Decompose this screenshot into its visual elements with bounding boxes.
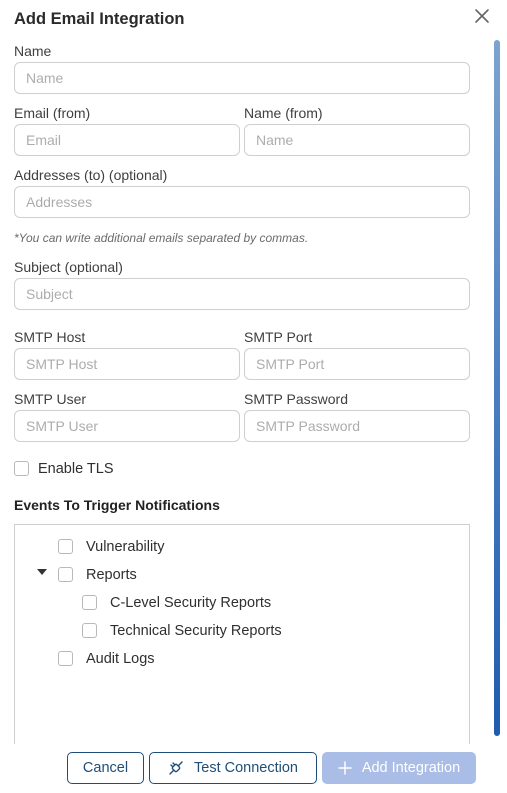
c-level-reports-checkbox[interactable] <box>82 595 97 610</box>
smtp-password-input[interactable] <box>244 410 470 442</box>
add-integration-button[interactable]: Add Integration <box>322 752 476 784</box>
test-connection-button[interactable]: Test Connection <box>149 752 317 784</box>
enable-tls-label[interactable]: Enable TLS <box>38 461 114 477</box>
scrollbar[interactable] <box>494 40 500 736</box>
cancel-label: Cancel <box>82 760 129 776</box>
subject-input[interactable] <box>14 278 470 310</box>
name-label: Name <box>14 43 52 59</box>
email-from-label: Email (from) <box>14 105 91 121</box>
smtp-port-label: SMTP Port <box>244 329 313 345</box>
smtp-user-label: SMTP User <box>14 391 87 407</box>
cancel-button[interactable]: Cancel <box>67 752 144 784</box>
technical-reports-checkbox[interactable] <box>82 623 97 638</box>
smtp-user-input[interactable] <box>14 410 240 442</box>
addresses-note: *You can write additional emails separat… <box>14 231 309 245</box>
add-integration-label: Add Integration <box>361 760 461 776</box>
name-from-label: Name (from) <box>244 105 323 121</box>
tree-item-c-level-reports[interactable]: C-Level Security Reports <box>110 595 271 611</box>
tree-item-reports[interactable]: Reports <box>86 567 137 583</box>
events-section-title: Events To Trigger Notifications <box>14 497 220 513</box>
addresses-label: Addresses (to) (optional) <box>14 167 168 183</box>
reports-checkbox[interactable] <box>58 567 73 582</box>
test-connection-label: Test Connection <box>194 760 298 776</box>
audit-logs-checkbox[interactable] <box>58 651 73 666</box>
enable-tls-checkbox[interactable] <box>14 461 29 476</box>
close-icon[interactable] <box>473 7 491 25</box>
smtp-host-label: SMTP Host <box>14 329 86 345</box>
dialog-title: Add Email Integration <box>14 10 185 28</box>
tree-item-technical-reports[interactable]: Technical Security Reports <box>110 623 282 639</box>
smtp-port-input[interactable] <box>244 348 470 380</box>
name-from-input[interactable] <box>244 124 470 156</box>
addresses-input[interactable] <box>14 186 470 218</box>
vulnerability-checkbox[interactable] <box>58 539 73 554</box>
plus-icon <box>338 761 352 775</box>
tree-item-vulnerability[interactable]: Vulnerability <box>86 539 164 555</box>
tree-item-audit-logs[interactable]: Audit Logs <box>86 651 155 667</box>
subject-label: Subject (optional) <box>14 259 123 275</box>
plug-icon <box>169 761 183 775</box>
name-input[interactable] <box>14 62 470 94</box>
email-from-input[interactable] <box>14 124 240 156</box>
smtp-host-input[interactable] <box>14 348 240 380</box>
smtp-password-label: SMTP Password <box>244 391 348 407</box>
caret-down-icon[interactable] <box>37 569 47 575</box>
